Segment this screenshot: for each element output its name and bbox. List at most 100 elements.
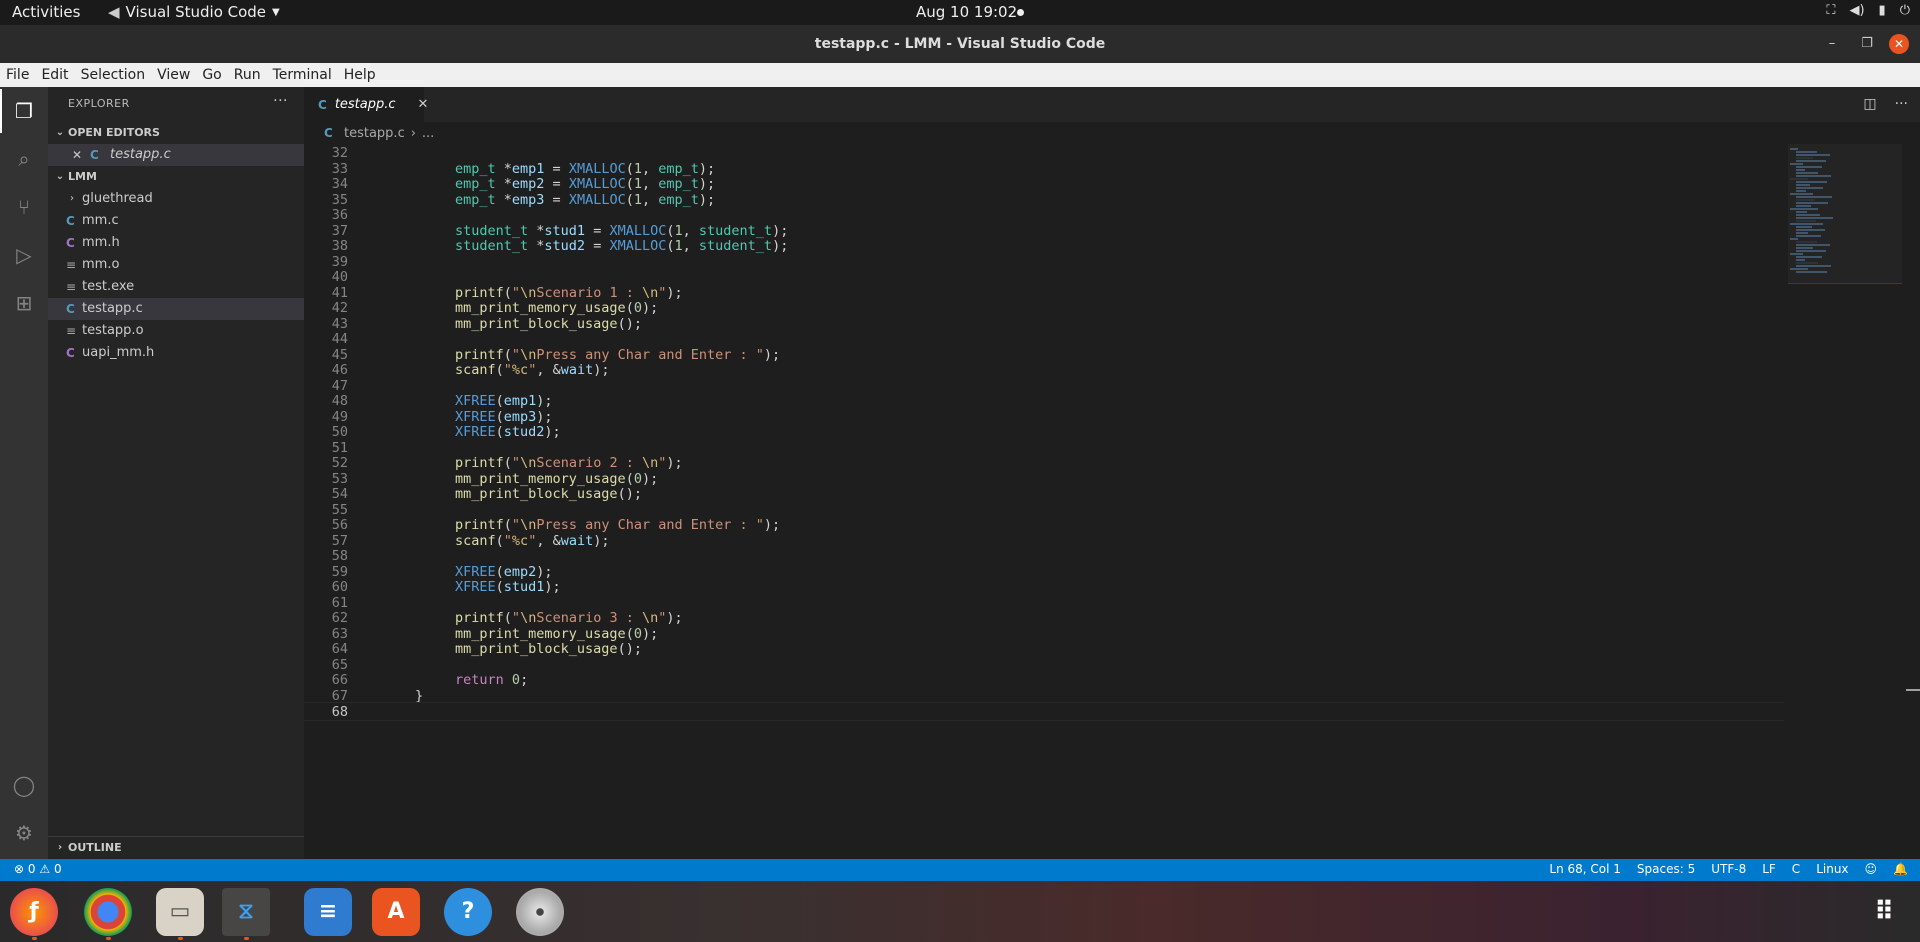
open-editor-label: testapp.c: [110, 147, 171, 162]
breadcrumb-file[interactable]: testapp.c: [344, 126, 405, 141]
tab-bar: C testapp.c ✕ ◫ ···: [304, 87, 1920, 122]
tree-item-test-exe[interactable]: ≡ test.exe: [48, 276, 304, 298]
tree-item-testapp-c[interactable]: C testapp.c: [48, 298, 304, 320]
menu-run[interactable]: Run: [228, 67, 267, 83]
minimize-button[interactable]: –: [1822, 34, 1842, 54]
disc-icon[interactable]: [516, 888, 564, 936]
maximize-button[interactable]: ❐: [1857, 34, 1877, 54]
close-window-button[interactable]: ✕: [1889, 34, 1909, 54]
open-editors-label: OPEN EDITORS: [68, 126, 160, 139]
clock[interactable]: Aug 10 19:02: [916, 3, 1017, 21]
chevron-right-icon: ›: [70, 193, 74, 204]
tree-item-mm-c[interactable]: C mm.c: [48, 210, 304, 232]
tree-item-label: mm.h: [82, 235, 120, 250]
outline-section[interactable]: › OUTLINE: [48, 836, 304, 859]
explorer-sidebar: EXPLORER ··· ⌄ OPEN EDITORS ✕ C testapp.…: [48, 87, 304, 859]
encoding[interactable]: UTF-8: [1711, 862, 1746, 876]
indentation[interactable]: Spaces: 5: [1637, 862, 1695, 876]
tree-item-uapi-mm-h[interactable]: C uapi_mm.h: [48, 342, 304, 364]
more-actions-icon[interactable]: ···: [273, 93, 288, 109]
chrome-icon[interactable]: [84, 888, 132, 936]
running-indicator: [32, 937, 37, 940]
power-icon: ⏻: [1899, 3, 1910, 18]
scroll-position-marker: [1906, 689, 1920, 691]
ubuntu-dock: ƒ ▭ ⧖ ≡ A ? ⠿: [0, 881, 1920, 942]
menu-file[interactable]: File: [0, 67, 35, 83]
chevron-down-icon: ⌄: [55, 127, 65, 138]
running-indicator: [244, 937, 249, 940]
tree-item-gluethread[interactable]: › gluethread: [48, 188, 304, 210]
chevron-down-icon: ⌄: [55, 171, 65, 182]
writer-icon[interactable]: ≡: [304, 888, 352, 936]
warning-icon: ⚠: [39, 862, 51, 876]
extensions-icon[interactable]: ⊞: [12, 291, 36, 315]
editor-area: C testapp.c ✕ ◫ ··· C testapp.c › ... 32…: [304, 87, 1920, 859]
c-file-icon: C: [318, 97, 327, 112]
activities-button[interactable]: Activities: [12, 3, 80, 21]
tree-item-mm-o[interactable]: ≡ mm.o: [48, 254, 304, 276]
chevron-down-icon: ▼: [272, 6, 280, 18]
line-number: 68: [331, 704, 348, 720]
source-control-icon[interactable]: ⑂: [12, 195, 36, 219]
language-mode[interactable]: C: [1792, 862, 1800, 876]
menu-terminal[interactable]: Terminal: [267, 67, 338, 83]
battery-icon: ▮: [1878, 3, 1886, 18]
tab-label: testapp.c: [334, 97, 396, 112]
menu-help[interactable]: Help: [338, 67, 382, 83]
platform[interactable]: Linux: [1816, 862, 1848, 876]
end-of-line[interactable]: LF: [1762, 862, 1776, 876]
folder-label: LMM: [68, 170, 97, 183]
open-editors-section[interactable]: ⌄ OPEN EDITORS: [48, 122, 304, 144]
search-icon[interactable]: ⌕: [12, 147, 36, 171]
bell-icon[interactable]: 🔔: [1893, 862, 1908, 876]
menu-edit[interactable]: Edit: [35, 67, 74, 83]
files-icon[interactable]: ▭: [156, 888, 204, 936]
tree-item-testapp-o[interactable]: ≡ testapp.o: [48, 320, 304, 342]
firefox-icon[interactable]: ƒ: [10, 888, 58, 936]
feedback-icon[interactable]: ☺: [1865, 862, 1878, 876]
warning-count: 0: [53, 862, 62, 876]
folder-lmm-section[interactable]: ⌄ LMM: [48, 166, 304, 188]
cursor-position[interactable]: Ln 68, Col 1: [1549, 862, 1621, 876]
vscode-icon[interactable]: ⧖: [222, 888, 270, 936]
running-indicator: [106, 937, 111, 940]
tree-item-mm-h[interactable]: C mm.h: [48, 232, 304, 254]
outline-label: OUTLINE: [68, 841, 122, 854]
problems-indicator[interactable]: ⊗ 0 ⚠ 0: [14, 862, 62, 876]
tree-item-label: testapp.c: [82, 301, 143, 316]
menu-selection[interactable]: Selection: [75, 67, 152, 83]
menu-bar: File Edit Selection View Go Run Terminal…: [0, 63, 1920, 87]
menu-go[interactable]: Go: [196, 67, 227, 83]
files-icon[interactable]: ❐: [0, 89, 36, 133]
run-debug-icon[interactable]: ▷: [12, 243, 36, 267]
tree-item-label: test.exe: [82, 279, 135, 294]
app-grid-icon[interactable]: ⠿: [1860, 888, 1908, 936]
status-bar: ⊗ 0 ⚠ 0 Ln 68, Col 1 Spaces: 5 UTF-8 LF …: [0, 859, 1920, 881]
file-icon: ≡: [66, 280, 77, 294]
account-icon[interactable]: ◯: [12, 773, 36, 797]
vertical-scrollbar[interactable]: [1906, 144, 1920, 859]
more-actions-icon[interactable]: ···: [1895, 96, 1908, 112]
close-tab-icon[interactable]: ✕: [418, 97, 429, 112]
help-icon[interactable]: ?: [444, 888, 492, 936]
breadcrumb-symbols[interactable]: ...: [422, 126, 434, 141]
system-tray[interactable]: ⛶ ◀) ▮ ⏻: [1826, 3, 1910, 18]
chevron-right-icon: ›: [57, 842, 63, 853]
code-view[interactable]: 32 33 emp_t *emp1 = XMALLOC(1, emp_t); 34 em…: [304, 144, 1784, 859]
h-file-icon: C: [66, 236, 75, 250]
split-editor-icon[interactable]: ◫: [1863, 96, 1876, 112]
app-menu[interactable]: ◀ Visual Studio Code ▼: [108, 3, 280, 21]
minimap[interactable]: [1788, 144, 1902, 284]
minimap-viewport[interactable]: [1788, 144, 1902, 284]
open-editor-item[interactable]: ✕ C testapp.c: [48, 144, 304, 166]
software-icon[interactable]: A: [372, 888, 420, 936]
error-count: 0: [27, 862, 36, 876]
chevron-right-icon: ›: [410, 125, 416, 141]
tab-testapp-c[interactable]: C testapp.c ✕: [304, 87, 428, 122]
volume-icon: ◀): [1849, 3, 1865, 18]
gear-icon[interactable]: ⚙: [12, 821, 36, 845]
menu-view[interactable]: View: [151, 67, 196, 83]
c-file-icon: C: [66, 214, 75, 228]
close-icon[interactable]: ✕: [72, 144, 90, 166]
code-line[interactable]: 68: [304, 702, 1784, 721]
